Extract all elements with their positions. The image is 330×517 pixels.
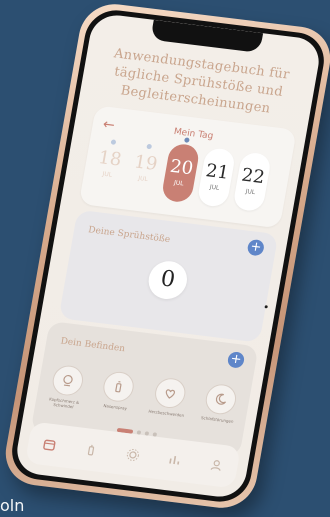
symptom-label: Herzbeschwerden (148, 408, 185, 418)
date-indicator-dot (145, 143, 152, 150)
date-indicator-dot (110, 139, 116, 145)
date-item-21[interactable]: 21 JUL (196, 147, 237, 208)
symptom-item-sleep[interactable]: Schlafstörungen (198, 382, 241, 429)
profile-icon[interactable] (206, 455, 227, 475)
date-item-22[interactable]: 22 JUL (232, 151, 273, 213)
date-item-18[interactable]: 18 JUL (89, 134, 129, 195)
heart-icon (152, 376, 188, 410)
date-month: JUL (101, 170, 113, 179)
date-month: JUL (209, 183, 220, 192)
gear-icon[interactable] (122, 445, 143, 465)
symptom-item-headache[interactable]: Kopfschmerz & Schwindel (45, 363, 88, 411)
phone-mockup: Anwendungstagebuch für tägliche Sprühstö… (0, 0, 330, 512)
date-indicator-dot (183, 137, 190, 143)
app-screen: Anwendungstagebuch für tägliche Sprühstö… (13, 12, 323, 500)
phone-side-dot (264, 305, 268, 309)
symptom-label: Kopfschmerz & Schwindel (48, 396, 80, 410)
date-month: JUL (173, 179, 185, 188)
symptom-label: Nasenspray (103, 403, 128, 411)
feel-card-title: Dein Befinden (59, 336, 126, 355)
sprays-card: Deine Sprühstöße + 0 (58, 209, 279, 343)
stage: Anwendungstagebuch für tägliche Sprühstö… (0, 0, 330, 517)
symptom-label: Schlafstörungen (200, 415, 234, 424)
phone-bezel: Anwendungstagebuch für tägliche Sprühstö… (7, 6, 329, 506)
add-spray-button[interactable]: + (246, 238, 266, 257)
date-month: JUL (244, 188, 256, 197)
phone-notch (150, 19, 264, 53)
add-symptom-button[interactable]: + (226, 351, 246, 369)
date-day: 22 (239, 164, 267, 189)
spray-counter: 0 (145, 259, 190, 302)
date-item-19[interactable]: 19 JUL (125, 138, 165, 199)
date-item-20-selected[interactable]: 20 JUL (160, 137, 201, 204)
date-day: 20 (168, 155, 195, 180)
spray-icon[interactable] (81, 440, 102, 460)
calendar-icon[interactable] (39, 435, 60, 455)
symptom-item-heart[interactable]: Herzbeschwerden (147, 376, 190, 423)
sprays-card-title: Deine Sprühstöße (87, 225, 171, 246)
moon-icon (203, 382, 239, 416)
date-day: 18 (96, 147, 124, 171)
head-icon (50, 363, 86, 398)
day-card: ← Mein Tag 18 JUL 19 JUL 20 JUL 21 JUL 2… (78, 105, 297, 229)
symptom-item-spray[interactable]: Nasenspray (96, 370, 139, 417)
date-day: 21 (204, 160, 231, 184)
spray-icon (101, 370, 137, 404)
date-day: 19 (132, 151, 159, 175)
date-month: JUL (137, 174, 149, 184)
symptom-list: Kopfschmerz & Schwindel Nasenspray Herzb… (45, 363, 241, 430)
corner-text: oln (0, 496, 25, 515)
chart-icon[interactable] (164, 450, 185, 470)
